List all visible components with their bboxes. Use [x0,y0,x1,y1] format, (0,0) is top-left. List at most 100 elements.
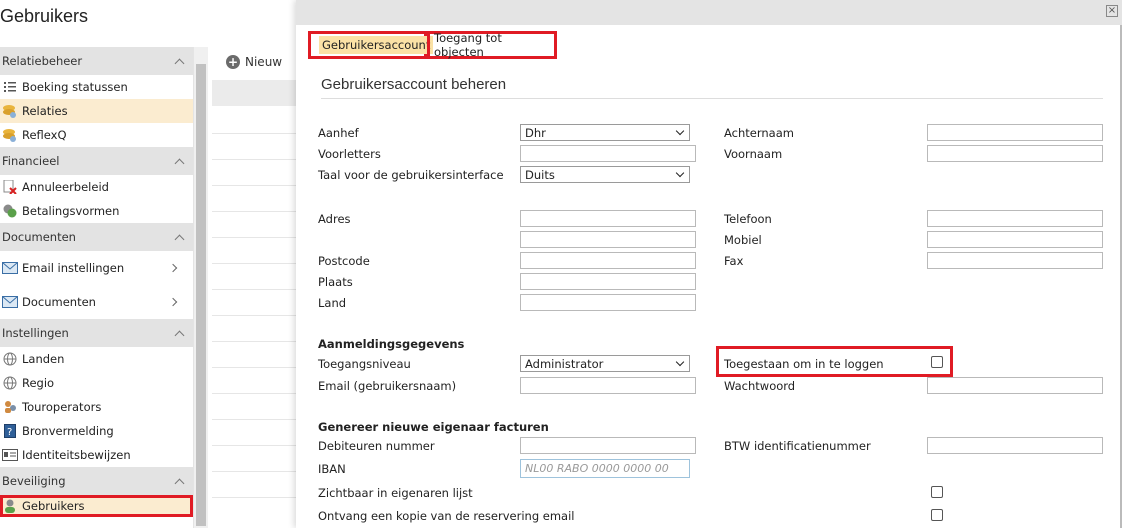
label-debiteuren: Debiteuren nummer [318,439,435,453]
sidebar-item-touroperators[interactable]: Touroperators [0,395,193,419]
label-voornaam: Voornaam [724,147,783,161]
money-icon [2,203,18,219]
list-row-divider [212,497,302,498]
label-btw: BTW identificatienummer [724,439,871,453]
debiteuren-input[interactable] [520,437,696,454]
plaats-input[interactable] [520,273,696,290]
wachtwoord-input[interactable] [927,377,1103,394]
id-card-icon [2,447,18,463]
sidebar-item-landen[interactable]: Landen [0,347,193,371]
btw-input[interactable] [927,437,1103,454]
list-row-divider [212,211,302,212]
label-aanhef: Aanhef [318,126,359,140]
list-row-divider [212,367,302,368]
toegangsniveau-select[interactable]: Administrator [520,355,690,372]
voorletters-input[interactable] [520,145,696,162]
sidebar-item-identiteitsbewijzen[interactable]: Identiteitsbewijzen [0,443,193,467]
telefoon-input[interactable] [927,210,1103,227]
chevron-right-icon [168,297,178,307]
sidebar-item-regio[interactable]: Regio [0,371,193,395]
sidebar-item-bronvermelding[interactable]: ? Bronvermelding [0,419,193,443]
sidebar-item-documenten[interactable]: Documenten [0,285,193,319]
user-icon [2,498,18,514]
label-plaats: Plaats [318,275,353,289]
list-header [212,80,302,106]
label-email: Email (gebruikersnaam) [318,379,457,393]
section-heading: Gebruikersaccount beheren [321,76,507,93]
label-taal: Taal voor de gebruikersinterface [318,168,504,182]
label-iban: IBAN [318,462,346,476]
section-instellingen[interactable]: Instellingen [0,319,193,347]
kopie-checkbox[interactable] [931,509,943,521]
adres2-input[interactable] [520,231,696,248]
close-icon[interactable]: × [1106,5,1118,17]
invoices-heading: Genereer nieuwe eigenaar facturen [318,420,549,434]
label-postcode: Postcode [318,254,370,268]
list-row-divider [212,133,302,134]
sidebar-item-relaties[interactable]: Relaties [0,99,193,123]
divider [321,98,1103,99]
list-row-divider [212,341,302,342]
globe-icon [2,375,18,391]
sidebar-item-reflexq[interactable]: ReflexQ [0,123,193,147]
land-input[interactable] [520,294,696,311]
adres-input[interactable] [520,210,696,227]
sidebar: Relatiebeheer Boeking statussen Relaties… [0,47,194,528]
sidebar-item-gebruikers[interactable]: Gebruikers [0,495,193,517]
label-achternaam: Achternaam [724,126,794,140]
chevron-up-icon [174,234,185,244]
taal-select[interactable]: Duits [520,166,690,183]
section-relatiebeheer[interactable]: Relatiebeheer [0,47,193,75]
section-documenten[interactable]: Documenten [0,223,193,251]
label-land: Land [318,296,347,310]
iban-input[interactable]: NL00 RABO 0000 0000 00 [520,459,690,478]
aanhef-select[interactable]: Dhr [520,124,690,141]
mail-icon [2,294,18,310]
list-row-divider [212,289,302,290]
coins-icon [2,127,18,143]
voornaam-input[interactable] [927,145,1103,162]
sidebar-item-betalingsvormen[interactable]: Betalingsvormen [0,199,193,223]
new-button[interactable]: + Nieuw [226,55,282,69]
chevron-up-icon [174,478,185,488]
sidebar-item-annuleerbeleid[interactable]: Annuleerbeleid [0,175,193,199]
section-financieel[interactable]: Financieel [0,147,193,175]
section-beveiliging[interactable]: Beveiliging [0,467,193,495]
login-heading: Aanmeldingsgegevens [318,337,465,351]
list-icon [2,79,18,95]
tab-gebruikersaccount[interactable]: Gebruikersaccount [308,31,434,59]
mail-icon [2,260,18,276]
sidebar-item-email-instellingen[interactable]: Email instellingen [0,251,193,285]
postcode-input[interactable] [520,252,696,269]
sidebar-scrollbar-thumb[interactable] [196,64,206,526]
achternaam-input[interactable] [927,124,1103,141]
list-row-divider [212,185,302,186]
toegestaan-checkbox[interactable] [931,356,943,368]
label-wachtwoord: Wachtwoord [724,379,796,393]
label-mobiel: Mobiel [724,233,762,247]
chevron-down-icon [675,357,685,366]
label-kopie: Ontvang een kopie van de reservering ema… [318,509,575,523]
user-account-modal: × Gebruikersaccount Toegang tot objecten… [296,0,1122,528]
label-toegestaan: Toegestaan om in te loggen [724,357,884,371]
fax-input[interactable] [927,252,1103,269]
mobiel-input[interactable] [927,231,1103,248]
users-icon [2,399,18,415]
globe-icon [2,351,18,367]
cancel-doc-icon [2,179,18,195]
chevron-up-icon [174,158,185,168]
email-input[interactable] [520,377,696,394]
list-row-divider [212,315,302,316]
modal-titlebar [296,0,1122,25]
list-row-divider [212,445,302,446]
label-voorletters: Voorletters [318,147,381,161]
list-row-divider [212,471,302,472]
sidebar-item-boeking-statussen[interactable]: Boeking statussen [0,75,193,99]
coins-icon [2,103,18,119]
label-toegangsniveau: Toegangsniveau [318,357,411,371]
chevron-down-icon [675,168,685,177]
label-zichtbaar: Zichtbaar in eigenaren lijst [318,486,473,500]
tab-toegang-tot-objecten[interactable]: Toegang tot objecten [427,31,557,59]
chevron-up-icon [174,330,185,340]
zichtbaar-checkbox[interactable] [931,486,943,498]
